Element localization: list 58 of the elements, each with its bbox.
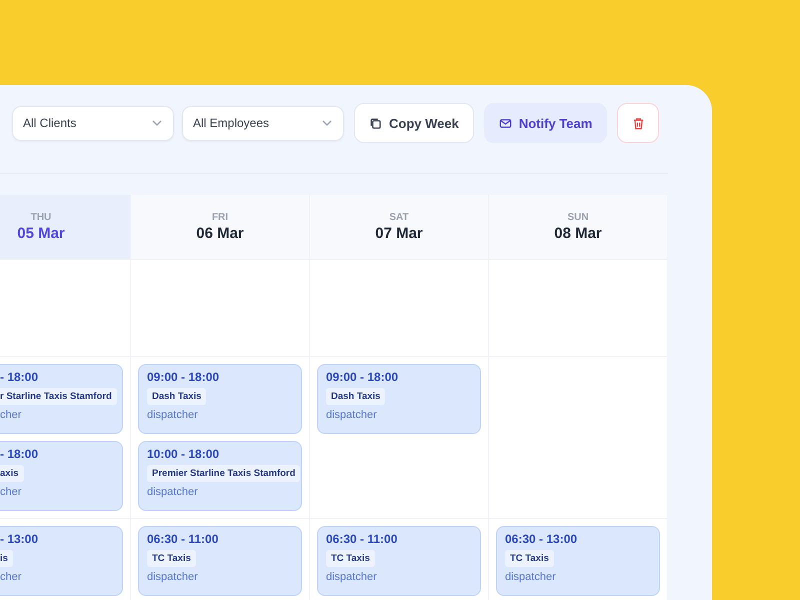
copy-button[interactable]: Copy Week [354, 103, 474, 143]
weekday-label: SUN [567, 212, 589, 223]
dropdown-value: All Clients [23, 116, 76, 130]
day-header[interactable]: FRI 06 Mar [130, 195, 309, 259]
shift-role: cher [0, 486, 22, 498]
day-header[interactable]: SUN 08 Mar [488, 195, 667, 259]
client-tag: Premier Starline Taxis Stamford [147, 465, 300, 482]
shift-card[interactable]: - 18:00 r Starline Taxis Stamford cher [0, 364, 123, 434]
client-tag: r Starline Taxis Stamford [0, 388, 117, 405]
shift-time: 06:30 - 11:00 [147, 532, 218, 546]
shift-time: - 18:00 [0, 370, 38, 384]
shift-role: cher [0, 571, 22, 583]
shift-role: dispatcher [147, 409, 198, 421]
date-label: 05 Mar [17, 225, 65, 242]
shift-card[interactable]: 06:30 - 11:00 TC Taxis dispatcher [317, 526, 481, 596]
shift-card[interactable]: 06:30 - 11:00 TC Taxis dispatcher [138, 526, 302, 596]
shift-card[interactable]: - 18:00 axis cher [0, 441, 123, 511]
client-tag: Dash Taxis [326, 388, 386, 405]
date-label: 07 Mar [375, 225, 423, 242]
weekday-label: FRI [212, 212, 228, 223]
delete-button[interactable] [617, 103, 660, 143]
copy-icon [369, 116, 382, 130]
shift-role: dispatcher [147, 486, 198, 498]
shift-card[interactable]: 10:00 - 18:00 Premier Starline Taxis Stamford dispatcher [138, 441, 302, 511]
shift-role: dispatcher [326, 409, 377, 421]
filter-dropdown[interactable]: All Clients [12, 106, 174, 140]
dropdown-value: All Employees [193, 116, 270, 130]
shift-card[interactable]: 09:00 - 18:00 Dash Taxis dispatcher [317, 364, 481, 434]
shift-role: dispatcher [326, 571, 377, 583]
shift-role: cher [0, 409, 22, 421]
client-tag: Dash Taxis [147, 388, 206, 405]
shift-card[interactable]: - 13:00 is cher [0, 526, 123, 596]
shift-time: 09:00 - 18:00 [326, 370, 398, 384]
shift-time: - 18:00 [0, 447, 38, 461]
date-label: 08 Mar [554, 225, 602, 242]
client-tag: axis [0, 465, 24, 482]
shift-time: 10:00 - 18:00 [147, 447, 220, 461]
shift-time: 06:30 - 11:00 [326, 532, 398, 546]
shift-card[interactable]: 09:00 - 18:00 Dash Taxis dispatcher [138, 364, 302, 434]
client-tag: TC Taxis [147, 550, 196, 567]
envelope-icon [498, 116, 512, 130]
weekday-label: SAT [389, 212, 409, 223]
shift-time: 06:30 - 13:00 [505, 532, 578, 546]
client-tag: TC Taxis [326, 550, 375, 567]
notify-button[interactable]: Notify Team [484, 103, 608, 143]
weekday-label: THU [30, 212, 52, 223]
day-header[interactable]: THU 05 Mar [0, 195, 130, 259]
client-tag: is [0, 550, 13, 567]
day-header[interactable]: SAT 07 Mar [309, 195, 488, 259]
date-label: 06 Mar [196, 225, 244, 242]
shift-role: dispatcher [147, 571, 198, 583]
trash-icon [632, 116, 645, 130]
shift-time: - 13:00 [0, 532, 38, 546]
shift-card[interactable]: 06:30 - 13:00 TC Taxis dispatcher [496, 526, 660, 596]
client-tag: TC Taxis [505, 550, 554, 567]
shift-time: 09:00 - 18:00 [147, 370, 220, 384]
filter-dropdown[interactable]: All Employees [182, 106, 344, 140]
shift-role: dispatcher [505, 571, 556, 583]
